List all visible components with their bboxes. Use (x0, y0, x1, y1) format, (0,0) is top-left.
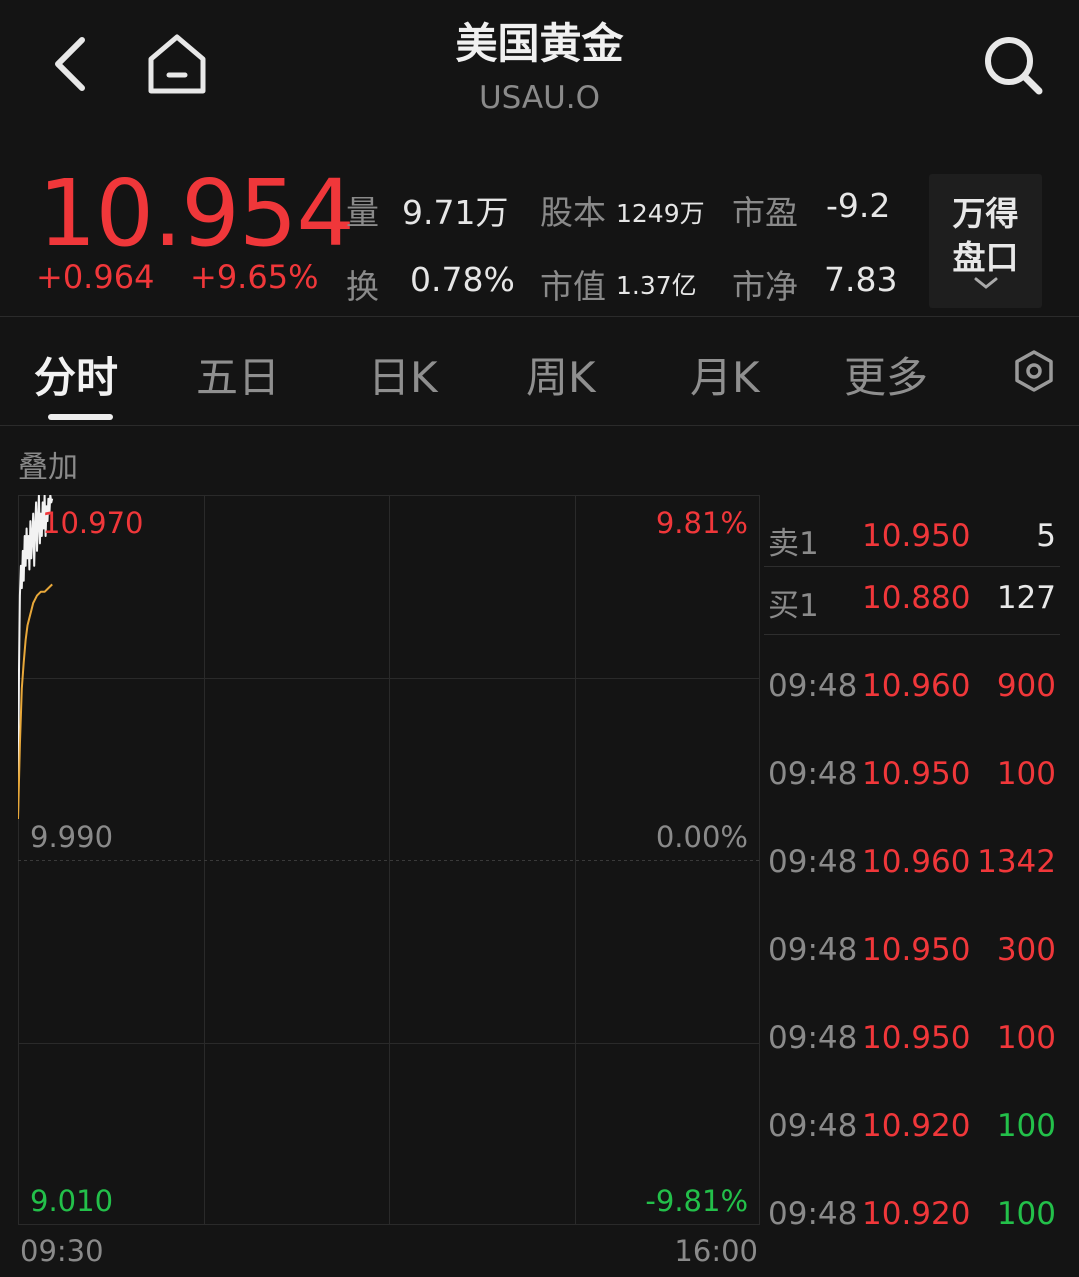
ask-1-price: 10.950 (862, 518, 971, 554)
trade-qty: 100 (996, 1020, 1056, 1056)
tab-daily-k[interactable]: 日K (368, 344, 438, 405)
tab-intraday[interactable]: 分时 (34, 344, 118, 405)
y-right-tick-mid: 0.00% (655, 820, 748, 854)
trade-time: 09:48 (768, 1020, 858, 1056)
market-cap-label: 市值 (540, 267, 606, 306)
bid-1-price: 10.880 (862, 580, 971, 616)
intraday-chart (18, 495, 760, 1225)
ask-1-label: 卖1 (768, 526, 819, 562)
ask-1-row: 卖1 10.950 5 (768, 518, 1056, 562)
market-cap-value: 1.37亿 (616, 271, 697, 300)
trade-time: 09:48 (768, 932, 858, 968)
trade-price: 10.920 (862, 1108, 971, 1144)
price-change-pct: +9.65% (190, 258, 319, 296)
trade-price: 10.950 (862, 1020, 971, 1056)
book-trades-divider (764, 634, 1060, 635)
hexagon-settings-icon (1015, 350, 1053, 392)
trade-time: 09:48 (768, 1108, 858, 1144)
x-tick-close: 16:00 (674, 1234, 758, 1268)
chart-grid (18, 495, 760, 1225)
trade-row: 09:48 10.960 1342 (768, 844, 1056, 884)
turnover-label: 换 (346, 267, 379, 306)
y-left-tick-high: 10.970 (42, 506, 144, 540)
overlay-button[interactable]: 叠加 (18, 442, 78, 486)
ask-bid-divider (764, 566, 1060, 567)
search-button[interactable] (978, 30, 1048, 100)
page-title: 美国黄金 (455, 19, 624, 68)
trade-qty: 1342 (977, 844, 1056, 880)
trade-row: 09:48 10.950 100 (768, 1020, 1056, 1060)
trade-price: 10.960 (862, 668, 971, 704)
share-capital-label: 股本 (540, 193, 606, 232)
trade-time: 09:48 (768, 756, 858, 792)
trade-time: 09:48 (768, 668, 858, 704)
trade-qty: 100 (996, 756, 1056, 792)
trade-qty: 100 (996, 1108, 1056, 1144)
ask-1-qty: 5 (1036, 518, 1056, 554)
y-right-tick-low: -9.81% (645, 1184, 748, 1218)
volume-label: 量 (346, 193, 379, 232)
active-tab-indicator (48, 414, 113, 420)
tab-five-day[interactable]: 五日 (196, 344, 280, 405)
price-line (18, 495, 54, 820)
trade-time: 09:48 (768, 844, 858, 880)
y-left-tick-low: 9.010 (30, 1184, 114, 1218)
trade-price: 10.950 (862, 756, 971, 792)
bid-1-qty: 127 (996, 580, 1056, 616)
turnover-value: 0.78% (410, 260, 515, 299)
tab-more[interactable]: 更多 (844, 344, 928, 405)
wind-box-line1: 万得 (952, 194, 1019, 233)
trade-row: 09:48 10.920 100 (768, 1196, 1056, 1236)
share-capital-value: 1249万 (616, 199, 705, 228)
wind-orderbook-button[interactable]: 万得 盘口 (929, 174, 1042, 308)
pe-value: -9.2 (826, 186, 891, 225)
trade-row: 09:48 10.950 100 (768, 756, 1056, 796)
volume-value: 9.71万 (402, 193, 509, 232)
tab-monthly-k[interactable]: 月K (690, 344, 760, 405)
trade-qty: 900 (996, 668, 1056, 704)
last-price: 10.954 (38, 160, 355, 267)
tab-weekly-k[interactable]: 周K (526, 344, 596, 405)
chart-series (18, 495, 54, 820)
trade-row: 09:48 10.920 100 (768, 1108, 1056, 1148)
x-tick-open: 09:30 (20, 1234, 104, 1268)
price-change: +0.964 (36, 258, 155, 296)
pb-label: 市净 (732, 267, 798, 306)
y-left-tick-mid: 9.990 (30, 820, 114, 854)
bid-1-row: 买1 10.880 127 (768, 580, 1056, 624)
trade-price: 10.950 (862, 932, 971, 968)
ticker-symbol: USAU.O (478, 80, 601, 116)
y-right-tick-high: 9.81% (655, 506, 748, 540)
bid-1-label: 买1 (768, 588, 819, 624)
trade-row: 09:48 10.950 300 (768, 932, 1056, 972)
pe-label: 市盈 (732, 193, 798, 232)
trade-price: 10.920 (862, 1196, 971, 1232)
chart-settings-button[interactable] (1010, 346, 1058, 396)
tabs-divider (0, 425, 1079, 426)
trade-time: 09:48 (768, 1196, 858, 1232)
quote-divider (0, 316, 1079, 317)
trade-qty: 300 (996, 932, 1056, 968)
average-line (18, 583, 53, 820)
pb-value: 7.83 (824, 260, 898, 299)
trade-qty: 100 (996, 1196, 1056, 1232)
trade-row: 09:48 10.960 900 (768, 668, 1056, 708)
wind-box-line2: 盘口 (952, 238, 1019, 277)
trade-price: 10.960 (862, 844, 971, 880)
search-icon (985, 37, 1043, 95)
